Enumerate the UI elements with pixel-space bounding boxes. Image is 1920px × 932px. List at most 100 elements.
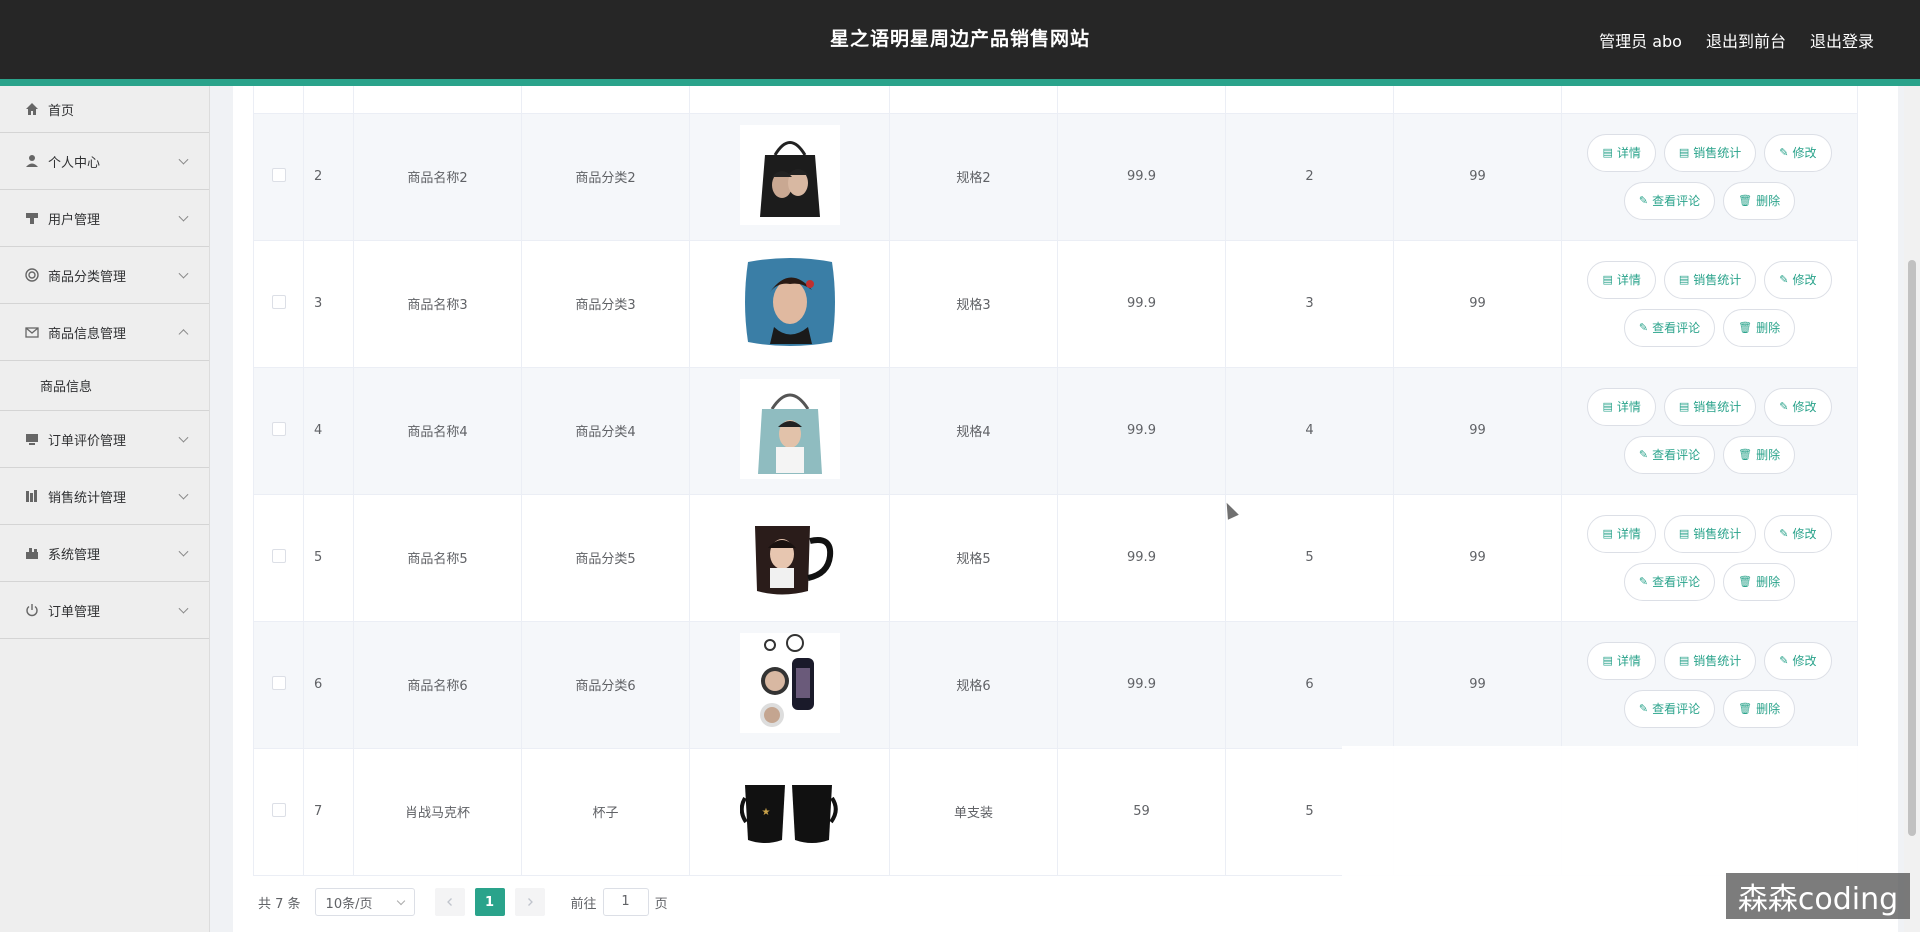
delete-button[interactable]: 🗑 删除	[1723, 562, 1796, 601]
detail-icon: ▤	[1602, 654, 1613, 667]
sidebar-item-users[interactable]: 用户管理	[0, 190, 209, 247]
delete-button[interactable]: 🗑 删除	[1723, 435, 1796, 474]
home-icon	[24, 101, 40, 117]
sales-stats-button[interactable]: ▤ 销售统计	[1663, 514, 1757, 553]
page-size-value: 10条/页	[325, 896, 373, 912]
product-count: 2	[1225, 113, 1394, 241]
sidebar-item-orders[interactable]: 订单管理	[0, 582, 209, 639]
sidebar-item-home[interactable]: 首页	[0, 86, 209, 133]
chevron-down-icon	[178, 154, 189, 165]
product-image	[739, 124, 840, 225]
row-checkbox[interactable]	[271, 167, 286, 182]
sidebar-item-label: 系统管理	[48, 547, 101, 563]
row-actions: ▤ 详情 ▤ 销售统计 ✎ 修改 ✎ 查看评论 🗑 删除	[1561, 240, 1858, 368]
header-accent-line	[0, 79, 1920, 86]
detail-button[interactable]: ▤ 详情	[1587, 387, 1656, 426]
view-comments-icon: ✎	[1638, 448, 1649, 461]
sidebar-item-profile[interactable]: 个人中心	[0, 133, 209, 190]
sidebar-item-product-info[interactable]: 商品信息管理	[0, 304, 209, 361]
view-comments-button[interactable]: ✎ 查看评论	[1623, 181, 1716, 220]
edit-button[interactable]: ✎ 修改	[1764, 133, 1832, 172]
sidebar-item-label: 个人中心	[48, 155, 101, 171]
row-index: 7	[303, 748, 354, 876]
chevron-right-icon	[527, 898, 533, 906]
mail-icon	[24, 324, 40, 340]
detail-button[interactable]: ▤ 详情	[1587, 133, 1656, 172]
product-category: 商品分类5	[521, 494, 690, 622]
chevron-down-icon	[178, 211, 189, 222]
row-actions: ▤ 详情 ▤ 销售统计 ✎ 修改 ✎ 查看评论 🗑 删除	[1561, 494, 1858, 622]
product-image	[739, 378, 840, 479]
row-index: 4	[303, 367, 354, 495]
pagination: 共 7 条 10条/页 1 前往 1 页	[258, 888, 668, 916]
edit-button[interactable]: ✎ 修改	[1764, 387, 1832, 426]
product-category: 商品分类4	[521, 367, 690, 495]
page-number-current[interactable]: 1	[474, 888, 505, 916]
next-page-button[interactable]	[514, 888, 545, 916]
page-size-select[interactable]: 10条/页	[314, 888, 415, 916]
sidebar-item-sales-stats[interactable]: 销售统计管理	[0, 468, 209, 525]
sales-stats-button[interactable]: ▤ 销售统计	[1663, 260, 1757, 299]
sales-stats-button[interactable]: ▤ 销售统计	[1663, 641, 1757, 680]
logout-link[interactable]: 退出登录	[1810, 28, 1874, 52]
delete-button[interactable]: 🗑 删除	[1723, 308, 1796, 347]
view-comments-button[interactable]: ✎ 查看评论	[1623, 689, 1716, 728]
product-count: 5	[1225, 494, 1394, 622]
sales-stats-button[interactable]: ▤ 销售统计	[1663, 387, 1757, 426]
admin-username: 管理员 abo	[1599, 31, 1682, 51]
row-actions: ▤ 详情 ▤ 销售统计 ✎ 修改 ✎ 查看评论 🗑 删除	[1561, 621, 1858, 749]
sidebar-item-category[interactable]: 商品分类管理	[0, 247, 209, 304]
view-comments-button[interactable]: ✎ 查看评论	[1623, 308, 1716, 347]
product-stock: 99	[1393, 240, 1562, 368]
delete-button[interactable]: 🗑 删除	[1723, 181, 1796, 220]
product-spec: 单支装	[889, 748, 1058, 876]
row-actions: ▤ 详情 ▤ 销售统计 ✎ 修改 ✎ 查看评论 🗑 删除	[1561, 367, 1858, 495]
system-icon	[24, 545, 40, 561]
product-name: 商品名称5	[353, 494, 522, 622]
table-row: 5 商品名称5 商品分类5 规格5 99.9 5 99 ▤ 详情 ▤ 销售统计 ✎ 修改 ✎ 查看评论 🗑 删除	[253, 494, 1858, 622]
prev-page-button[interactable]	[434, 888, 465, 916]
sidebar-item-label: 商品分类管理	[48, 269, 127, 285]
edit-button[interactable]: ✎ 修改	[1764, 514, 1832, 553]
product-name: 商品名称6	[353, 621, 522, 749]
row-checkbox[interactable]	[271, 294, 286, 309]
delete-button[interactable]: 🗑 删除	[1723, 689, 1796, 728]
sidebar-item-label: 首页	[48, 103, 75, 119]
header-links: 管理员 abo 退出到前台 退出登录	[1599, 0, 1874, 79]
edit-button[interactable]: ✎ 修改	[1764, 260, 1832, 299]
product-image	[739, 251, 840, 352]
total-count: 共 7 条	[258, 896, 301, 912]
row-checkbox[interactable]	[271, 675, 286, 690]
edit-icon: ✎	[1779, 273, 1789, 286]
chevron-down-icon	[178, 603, 189, 614]
product-category: 商品分类2	[521, 113, 690, 241]
back-to-front-link[interactable]: 退出到前台	[1706, 28, 1786, 52]
row-checkbox[interactable]	[271, 548, 286, 563]
scrollbar-thumb[interactable]	[1908, 260, 1916, 836]
delete-icon: 🗑	[1738, 575, 1753, 588]
table-row: 2 商品名称2 商品分类2 规格2 99.9 2 99 ▤ 详情 ▤ 销售统计 ✎ 修改 ✎ 查看评论 🗑 删除	[253, 113, 1858, 241]
blurred-region	[1342, 746, 1872, 876]
sidebar: 首页 个人中心 用户管理 商品分类管理 商品信息管理 商品信息 订单评价管理 销…	[0, 86, 210, 932]
product-category: 商品分类6	[521, 621, 690, 749]
sales-stats-button[interactable]: ▤ 销售统计	[1663, 133, 1757, 172]
edit-button[interactable]: ✎ 修改	[1764, 641, 1832, 680]
chevron-down-icon	[178, 268, 189, 279]
row-checkbox[interactable]	[271, 802, 286, 817]
users-icon	[24, 210, 40, 226]
product-stock: 99	[1393, 367, 1562, 495]
page-unit: 页	[654, 896, 668, 912]
row-checkbox[interactable]	[271, 421, 286, 436]
detail-button[interactable]: ▤ 详情	[1587, 641, 1656, 680]
view-comments-button[interactable]: ✎ 查看评论	[1623, 562, 1716, 601]
sidebar-item-system[interactable]: 系统管理	[0, 525, 209, 582]
sidebar-item-order-review[interactable]: 订单评价管理	[0, 411, 209, 468]
page-scrollbar[interactable]	[1904, 86, 1920, 932]
goto-page-input[interactable]: 1	[602, 888, 649, 916]
watermark: 森森coding	[1726, 873, 1910, 919]
sidebar-subitem-product-info[interactable]: 商品信息	[0, 361, 209, 411]
product-spec: 规格5	[889, 494, 1058, 622]
detail-button[interactable]: ▤ 详情	[1587, 260, 1656, 299]
view-comments-button[interactable]: ✎ 查看评论	[1623, 435, 1716, 474]
detail-button[interactable]: ▤ 详情	[1587, 514, 1656, 553]
